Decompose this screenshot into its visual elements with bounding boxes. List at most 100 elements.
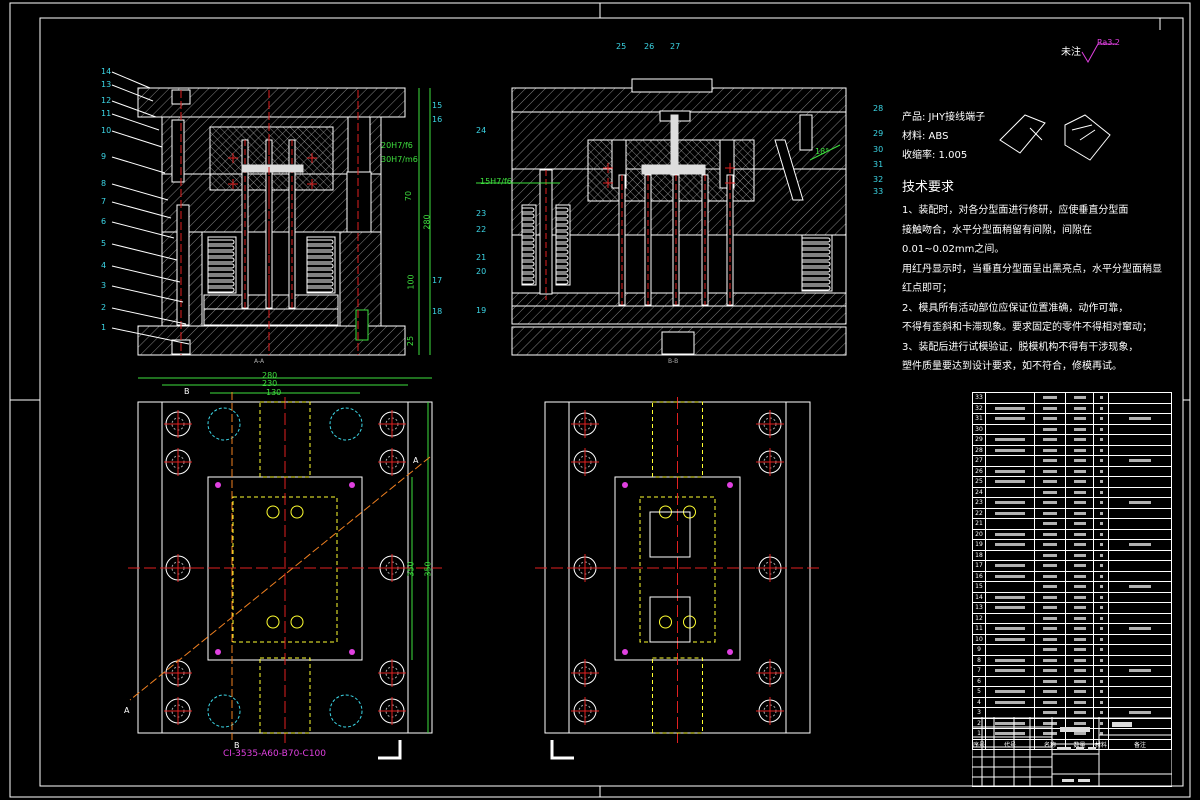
title-block [972, 717, 1172, 787]
bom-row: 21 [972, 518, 1172, 530]
leader-line [111, 130, 163, 148]
part-number: 1 [101, 323, 107, 332]
tech-title: 技术要求 [902, 180, 955, 195]
guide-pillar-hole [207, 407, 241, 441]
part-number: 14 [101, 67, 112, 76]
bom-row: 24 [972, 486, 1172, 498]
bom-index: 29 [972, 434, 986, 446]
runner [241, 164, 304, 173]
bom-index: 4 [972, 696, 986, 708]
tech-line: 红点即可； [902, 283, 952, 294]
guide-pillar-hole [329, 407, 363, 441]
pin-marker [215, 482, 221, 488]
part-number: 6 [101, 217, 107, 226]
pin-marker [727, 482, 733, 488]
gate [290, 505, 304, 519]
part-number: 31 [873, 160, 884, 169]
part-number: 28 [873, 104, 884, 113]
bom-index: 15 [972, 581, 986, 593]
pin-marker [349, 649, 355, 655]
part-number: 21 [476, 253, 487, 262]
leader-line [111, 71, 151, 89]
pin-marker [727, 649, 733, 655]
plate [207, 236, 237, 294]
surface-label: 未注 [1061, 47, 1081, 58]
gate [266, 505, 280, 519]
bom-row: 26 [972, 465, 1172, 477]
plate [661, 331, 695, 355]
product-material: 材料: ABS [902, 131, 949, 142]
bom-row: 14 [972, 591, 1172, 603]
product-3d-view [999, 114, 1046, 154]
dim-label: 230 [262, 379, 278, 388]
part-number: 23 [476, 209, 487, 218]
bom-row: 7 [972, 665, 1172, 677]
tech-line: 0.01~0.02mm之间。 [902, 244, 1005, 255]
bom-index: 10 [972, 633, 986, 645]
plate [306, 236, 336, 294]
bom-index: 14 [972, 591, 986, 603]
bom-row: 33 [972, 392, 1172, 404]
bom-index: 6 [972, 675, 986, 687]
bom-row: 9 [972, 644, 1172, 656]
tech-line: 接触吻合，水平分型面稍留有间隙，间隙在 [902, 224, 1092, 236]
bom-index: 32 [972, 402, 986, 414]
bom-row: 6 [972, 675, 1172, 687]
bom-row: 30 [972, 423, 1172, 435]
part-number: 32 [873, 175, 884, 184]
bom-index: 33 [972, 392, 986, 404]
gate [659, 615, 672, 629]
part-number: 11 [101, 109, 112, 118]
tech-line: 3、装配后进行试模验证，脱模机构不得有干涉现象， [902, 341, 1139, 353]
part-number: 15 [432, 101, 443, 110]
bom-row: 10 [972, 633, 1172, 645]
bom-row: 19 [972, 539, 1172, 551]
bom-row: 16 [972, 570, 1172, 582]
fit-label: 20H7/f6 [381, 141, 413, 150]
part-number: 13 [101, 80, 112, 89]
bom-index: 24 [972, 486, 986, 498]
part-number: 30 [873, 145, 884, 154]
bom-index: 27 [972, 455, 986, 467]
product-name: 产品: JHY接线端子 [902, 112, 986, 123]
bom-index: 23 [972, 497, 986, 509]
gate [290, 615, 304, 629]
fit-label: 15H7/f6 [480, 177, 512, 186]
pin-marker [622, 649, 628, 655]
dim-label: 70 [404, 190, 414, 202]
part-number: 20 [476, 267, 487, 276]
bom-row: 5 [972, 686, 1172, 698]
plate [347, 116, 371, 173]
part-number: 24 [476, 126, 487, 135]
plate [801, 234, 833, 292]
tech-line: 2、模具所有活动部位应保证位置准确，动作可靠， [902, 302, 1129, 314]
dim-label: 350 [423, 561, 433, 577]
guide-pillar-hole [207, 694, 241, 728]
dim-label: 25 [406, 335, 416, 347]
bom-index: 18 [972, 549, 986, 561]
bom-row: 32 [972, 402, 1172, 414]
bom-index: 21 [972, 518, 986, 530]
part-number: 27 [670, 42, 681, 51]
part-number: 2 [101, 303, 107, 312]
angle-label: 18° [815, 147, 830, 156]
section-label-left: A-A [254, 358, 265, 365]
bom-index: 7 [972, 665, 986, 677]
fit-label: 30H7/m6 [381, 155, 418, 164]
part-number: 19 [476, 306, 487, 315]
part-number: 8 [101, 179, 107, 188]
tech-line: 1、装配时，对各分型面进行修研，应使垂直分型面 [902, 205, 1129, 216]
mold-base-code: CI-3535-A60-B70-C100 [223, 749, 327, 759]
bom-index: 26 [972, 465, 986, 477]
part-number: 16 [432, 115, 443, 124]
bom-row: 22 [972, 507, 1172, 519]
bom-index: 28 [972, 444, 986, 456]
dim-label: 100 [406, 274, 416, 290]
part-number: 12 [101, 96, 112, 105]
cavity [649, 511, 691, 558]
bom-index: 5 [972, 686, 986, 698]
part-number: 17 [432, 276, 443, 285]
bom-index: 31 [972, 413, 986, 425]
bom-index: 30 [972, 423, 986, 435]
part-number: 9 [101, 152, 107, 161]
